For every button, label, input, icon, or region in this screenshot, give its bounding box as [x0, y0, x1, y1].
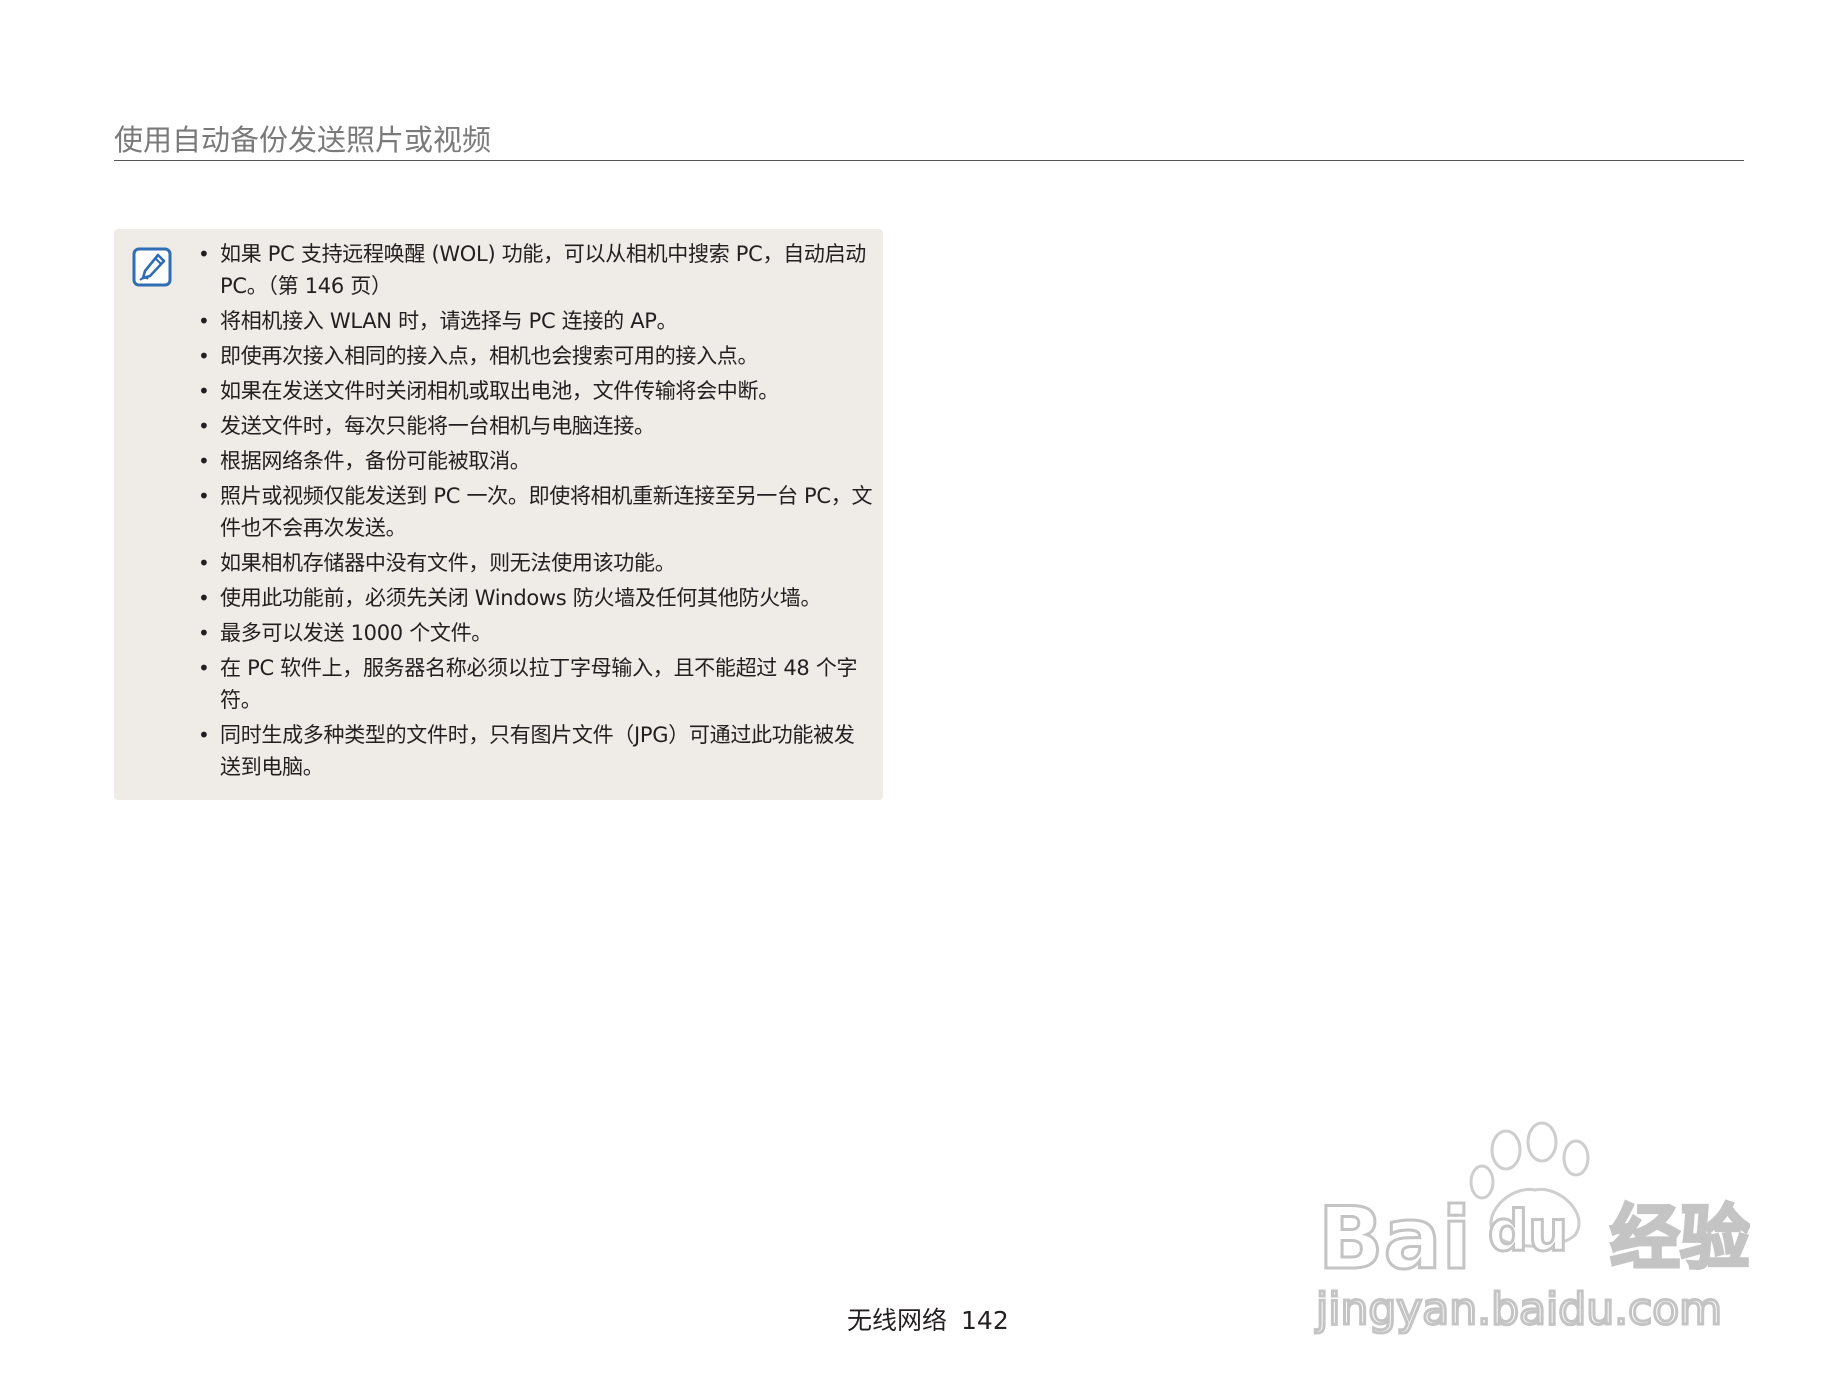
bullet-icon: •	[198, 484, 210, 508]
bullet-icon: •	[198, 621, 210, 645]
note-item-text: 照片或视频仅能发送到 PC 一次。即使将相机重新连接至另一台 PC，文件也不会再…	[220, 484, 873, 540]
note-item-text: 如果在发送文件时关闭相机或取出电池，文件传输将会中断。	[220, 379, 779, 403]
baidu-jingyan-watermark-logo: Bai du 经验 jingyan.baidu.com	[1314, 1121, 1750, 1335]
note-item: • 发送文件时，每次只能将一台相机与电脑连接。	[198, 410, 873, 442]
note-item: • 如果在发送文件时关闭相机或取出电池，文件传输将会中断。	[198, 375, 873, 407]
note-item: • 同时生成多种类型的文件时，只有图片文件（JPG）可通过此功能被发送到电脑。	[198, 719, 873, 783]
bullet-icon: •	[198, 414, 210, 438]
note-list: • 如果 PC 支持远程唤醒 (WOL) 功能，可以从相机中搜索 PC，自动启动 …	[198, 238, 873, 786]
note-box: • 如果 PC 支持远程唤醒 (WOL) 功能，可以从相机中搜索 PC，自动启动 …	[114, 229, 883, 800]
bullet-icon: •	[198, 656, 210, 680]
note-item-text: 如果相机存储器中没有文件，则无法使用该功能。	[220, 551, 676, 575]
note-item-text: 如果 PC 支持远程唤醒 (WOL) 功能，可以从相机中搜索 PC，自动启动 P…	[220, 242, 867, 298]
bullet-icon: •	[198, 551, 210, 575]
bullet-icon: •	[198, 242, 210, 266]
bullet-icon: •	[198, 586, 210, 610]
page-footer: 无线网络 142	[847, 1305, 1009, 1337]
page-number: 142	[961, 1306, 1009, 1335]
svg-text:jingyan.baidu.com: jingyan.baidu.com	[1315, 1284, 1722, 1335]
note-item-text: 在 PC 软件上，服务器名称必须以拉丁字母输入，且不能超过 48 个字符。	[220, 656, 858, 712]
note-item: • 如果相机存储器中没有文件，则无法使用该功能。	[198, 547, 873, 579]
bullet-icon: •	[198, 344, 210, 368]
bullet-icon: •	[198, 379, 210, 403]
svg-text:Bai: Bai	[1318, 1189, 1471, 1289]
note-item-text: 使用此功能前，必须先关闭 Windows 防火墙及任何其他防火墙。	[220, 586, 822, 610]
footer-section-title: 无线网络	[847, 1306, 948, 1335]
note-item: • 如果 PC 支持远程唤醒 (WOL) 功能，可以从相机中搜索 PC，自动启动 …	[198, 238, 873, 302]
page-header: 使用自动备份发送照片或视频	[114, 112, 1744, 161]
svg-text:du: du	[1488, 1199, 1568, 1264]
note-pencil-icon	[132, 247, 172, 287]
note-item: • 即使再次接入相同的接入点，相机也会搜索可用的接入点。	[198, 340, 873, 372]
note-item: • 最多可以发送 1000 个文件。	[198, 617, 873, 649]
note-item: • 根据网络条件，备份可能被取消。	[198, 445, 873, 477]
note-item-text: 同时生成多种类型的文件时，只有图片文件（JPG）可通过此功能被发送到电脑。	[220, 723, 855, 779]
note-item-text: 根据网络条件，备份可能被取消。	[220, 449, 531, 473]
note-item: • 使用此功能前，必须先关闭 Windows 防火墙及任何其他防火墙。	[198, 582, 873, 614]
note-item: • 在 PC 软件上，服务器名称必须以拉丁字母输入，且不能超过 48 个字符。	[198, 652, 873, 716]
note-item-text: 将相机接入 WLAN 时，请选择与 PC 连接的 AP。	[220, 309, 678, 333]
svg-text:经验: 经验	[1610, 1197, 1750, 1279]
bullet-icon: •	[198, 723, 210, 747]
note-item: • 将相机接入 WLAN 时，请选择与 PC 连接的 AP。	[198, 305, 873, 337]
page-title: 使用自动备份发送照片或视频	[114, 123, 492, 157]
note-item-text: 发送文件时，每次只能将一台相机与电脑连接。	[220, 414, 655, 438]
bullet-icon: •	[198, 449, 210, 473]
note-item: • 照片或视频仅能发送到 PC 一次。即使将相机重新连接至另一台 PC，文件也不会…	[198, 480, 873, 544]
note-item-text: 即使再次接入相同的接入点，相机也会搜索可用的接入点。	[220, 344, 759, 368]
note-item-text: 最多可以发送 1000 个文件。	[220, 621, 492, 645]
bullet-icon: •	[198, 309, 210, 333]
